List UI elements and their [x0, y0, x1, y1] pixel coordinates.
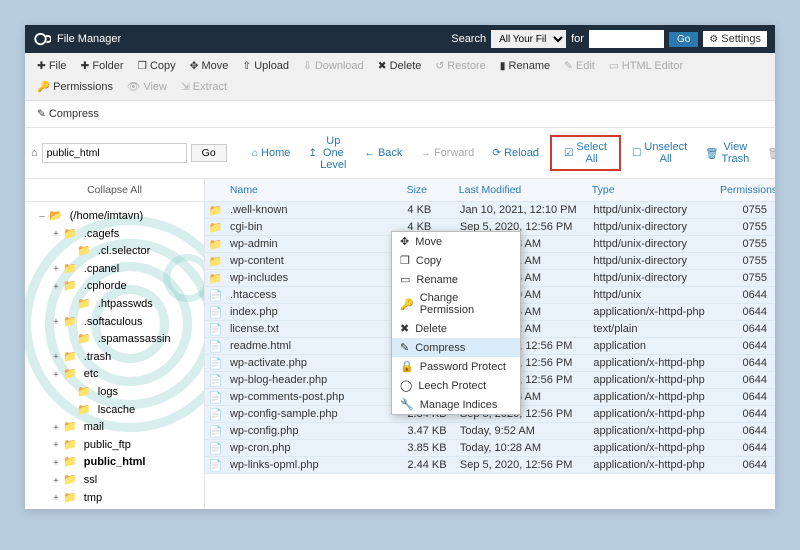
ctx-icon: ▭ [400, 273, 410, 286]
file-list-panel: Name Size Last Modified Type Permissions… [205, 179, 775, 509]
context-password-protect[interactable]: 🔒Password Protect [392, 357, 520, 376]
tree-item[interactable]: +📁 public_ftp [29, 437, 200, 455]
table-header: Name Size Last Modified Type Permissions [205, 179, 775, 202]
nav-empty-trash-button[interactable]: 🗑 Empty Trash [760, 138, 775, 168]
upload-button[interactable]: ⇧ Upload [236, 57, 295, 75]
rename-button[interactable]: ▮ Rename [494, 57, 556, 75]
ctx-icon: ✎ [400, 341, 409, 354]
tree-item[interactable]: 📁 logs [29, 384, 200, 402]
sidebar: Collapse All –📂 (/home/imtavn) +📁 .cagef… [25, 179, 205, 509]
nav-reload-button[interactable]: ⟳ Reload [485, 144, 546, 162]
edit-button[interactable]: ✎ Edit [558, 57, 601, 75]
permissions-button[interactable]: 🔑 Permissions [31, 77, 119, 96]
context-compress[interactable]: ✎Compress [392, 338, 520, 357]
ctx-icon: ✥ [400, 235, 409, 248]
delete-button[interactable]: ✖ Delete [372, 57, 428, 75]
tree-item[interactable]: 📁 .spamassassin [29, 331, 200, 349]
brand: File Manager [33, 30, 121, 48]
file-button[interactable]: ✚ File [31, 57, 73, 75]
col-modified[interactable]: Last Modified [459, 184, 592, 196]
extract-button[interactable]: ⇲ Extract [175, 78, 233, 96]
settings-button[interactable]: ⚙ Settings [703, 31, 767, 47]
file-row[interactable]: 📄wp-links-opml.php2.44 KBSep 5, 2020, 12… [205, 457, 775, 474]
html-editor-button[interactable]: ▭ HTML Editor [603, 57, 689, 75]
cpanel-icon [33, 30, 51, 48]
tree-root[interactable]: –📂 (/home/imtavn) [29, 208, 200, 226]
nav-back-button[interactable]: ← Back [357, 144, 409, 162]
context-manage-indices[interactable]: 🔧Manage Indices [392, 395, 520, 414]
ctx-icon: ✖ [400, 322, 409, 335]
tree-item[interactable]: 📁 .cl.selector [29, 243, 200, 261]
select-all-highlight: ☑ Select All [550, 135, 621, 171]
nav-select-all-button[interactable]: ☑ Select All [557, 138, 614, 168]
path-input[interactable] [42, 143, 187, 163]
path-go-button[interactable]: Go [191, 144, 227, 162]
tree-item[interactable]: +📁 etc [29, 366, 200, 384]
col-size[interactable]: Size [407, 184, 459, 196]
col-permissions[interactable]: Permissions [720, 184, 775, 196]
folder-button[interactable]: ✚ Folder [75, 57, 130, 75]
tree-item[interactable]: 📁 lscache [29, 402, 200, 420]
tree-item[interactable]: +📁 .cphorde [29, 278, 200, 296]
copy-button[interactable]: ❐ Copy [132, 57, 182, 75]
context-change-permission[interactable]: 🔑Change Permission [392, 289, 520, 319]
file-row[interactable]: 📁.well-known4 KBJan 10, 2021, 12:10 PMht… [205, 202, 775, 219]
header-right: Search All Your Files for Go ⚙ Settings [451, 30, 767, 48]
tree-item[interactable]: +📁 public_html [29, 454, 200, 472]
ctx-icon: 🔧 [400, 398, 414, 411]
main-toolbar: ✚ File ✚ Folder ❐ Copy ✥ Move ⇧ Upload ⇩… [25, 53, 775, 101]
search-scope-select[interactable]: All Your Files [491, 30, 566, 48]
app-title: File Manager [57, 33, 121, 45]
file-manager-window: File Manager Search All Your Files for G… [25, 25, 775, 509]
ctx-icon: ❐ [400, 254, 410, 267]
context-copy[interactable]: ❐Copy [392, 251, 520, 270]
tree-item[interactable]: +📁 .softaculous [29, 314, 200, 332]
ctx-icon: 🔑 [400, 298, 414, 311]
header-bar: File Manager Search All Your Files for G… [25, 25, 775, 53]
search-input[interactable] [589, 30, 664, 48]
search-label: Search [451, 33, 486, 45]
tree-item[interactable]: +📁 .trash [29, 349, 200, 367]
ctx-icon: 🔒 [400, 360, 414, 373]
collapse-all-button[interactable]: Collapse All [25, 179, 204, 202]
home-path-icon[interactable]: ⌂ [31, 147, 38, 159]
for-label: for [571, 33, 584, 45]
nav-unselect-all-button[interactable]: ☐ Unselect All [625, 138, 694, 168]
tree-item[interactable]: +📁 .cagefs [29, 226, 200, 244]
tree-item[interactable]: 📁 .htpasswds [29, 296, 200, 314]
move-button[interactable]: ✥ Move [184, 57, 235, 75]
nav-view-trash-button[interactable]: 🗑 View Trash [698, 138, 756, 168]
nav-forward-button[interactable]: → Forward [413, 144, 481, 162]
tree-item[interactable]: +📁 ssl [29, 472, 200, 490]
restore-button[interactable]: ↺ Restore [429, 57, 491, 75]
context-rename[interactable]: ▭Rename [392, 270, 520, 289]
nav-up-button[interactable]: ↥ Up One Level [301, 132, 353, 174]
col-name[interactable]: Name [226, 184, 407, 196]
file-row[interactable]: 📄wp-config.php3.47 KBToday, 9:52 AMappli… [205, 423, 775, 440]
view-button[interactable]: 👁 View [121, 77, 173, 96]
context-move[interactable]: ✥Move [392, 232, 520, 251]
context-delete[interactable]: ✖Delete [392, 319, 520, 338]
body: Collapse All –📂 (/home/imtavn) +📁 .cagef… [25, 179, 775, 509]
folder-tree: –📂 (/home/imtavn) +📁 .cagefs📁 .cl.select… [25, 202, 204, 509]
tree-item[interactable]: +📁 .cpanel [29, 261, 200, 279]
search-go-button[interactable]: Go [669, 32, 698, 47]
toolbar-row-2: ✎ Compress [25, 101, 775, 128]
tree-item[interactable]: +📁 mail [29, 419, 200, 437]
nav-home-button[interactable]: ⌂ Home [245, 144, 298, 162]
download-button[interactable]: ⇩ Download [297, 57, 370, 75]
context-leech-protect[interactable]: ◯Leech Protect [392, 376, 520, 395]
tree-item[interactable]: +📁 tmp [29, 490, 200, 508]
ctx-icon: ◯ [400, 379, 412, 392]
file-row[interactable]: 📄wp-cron.php3.85 KBToday, 10:28 AMapplic… [205, 440, 775, 457]
context-menu: ✥Move❐Copy▭Rename🔑Change Permission✖Dele… [391, 231, 521, 415]
col-type[interactable]: Type [592, 184, 720, 196]
path-nav-row: ⌂ Go ⌂ Home ↥ Up One Level ← Back → Forw… [25, 128, 775, 179]
compress-button[interactable]: ✎ Compress [31, 105, 105, 123]
